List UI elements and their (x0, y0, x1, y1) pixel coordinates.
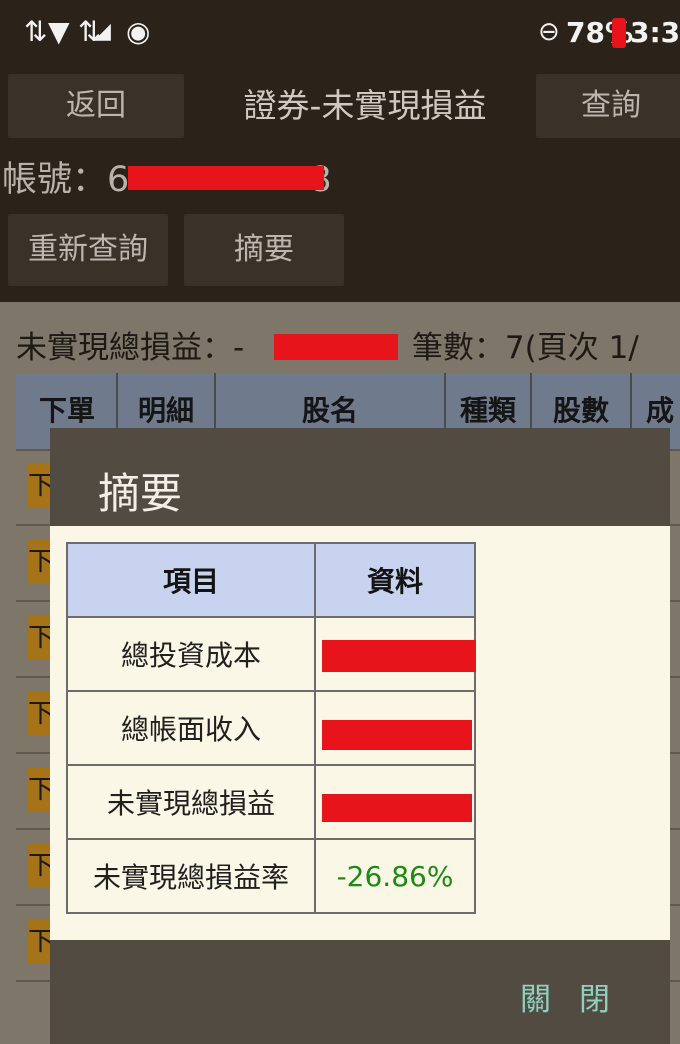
query-button[interactable]: 查詢 (536, 74, 680, 138)
summary-item-unrealized-pl: 未實現總損益 (66, 764, 316, 840)
summary-col-item: 項目 (66, 542, 316, 618)
dialog-title: 摘要 (98, 469, 183, 518)
status-bar: ⇅ ▼ ⇅ ◢ ◉ ⊖ 78% 3:34 (0, 0, 680, 66)
redaction-unrealized-pl (322, 794, 472, 822)
data-transfer-icon: ⇅ (24, 15, 48, 48)
clock: 3:34 (630, 16, 680, 49)
account-label: 帳號：6 (2, 160, 130, 200)
close-button[interactable]: 關閉 (520, 974, 638, 1019)
requery-button[interactable]: 重新查詢 (8, 214, 168, 286)
battery-icon (612, 18, 626, 48)
redaction-book-income (322, 720, 472, 750)
page-title: 證券-未實現損益 (243, 86, 487, 125)
unrealized-total-label: 未實現總損益：- (16, 330, 245, 366)
summary-item-book-income: 總帳面收入 (66, 690, 316, 766)
dnd-icon: ⊖ (538, 17, 560, 47)
redaction-cost (322, 640, 476, 672)
redaction-account (128, 166, 324, 190)
summary-item-unrealized-rate: 未實現總損益率 (66, 838, 316, 914)
redaction-total (274, 334, 398, 360)
wifi-icon: ▼ (48, 15, 70, 48)
back-button[interactable]: 返回 (8, 74, 184, 138)
summary-col-data: 資料 (314, 542, 476, 618)
summary-button[interactable]: 摘要 (184, 214, 344, 286)
signal-icon: ◢ (94, 19, 111, 44)
record-count: 筆數：7(頁次 1/ (411, 330, 639, 366)
sync-icon: ◉ (126, 15, 151, 48)
summary-value-unrealized-rate: -26.86% (314, 838, 476, 914)
summary-item-cost: 總投資成本 (66, 616, 316, 692)
